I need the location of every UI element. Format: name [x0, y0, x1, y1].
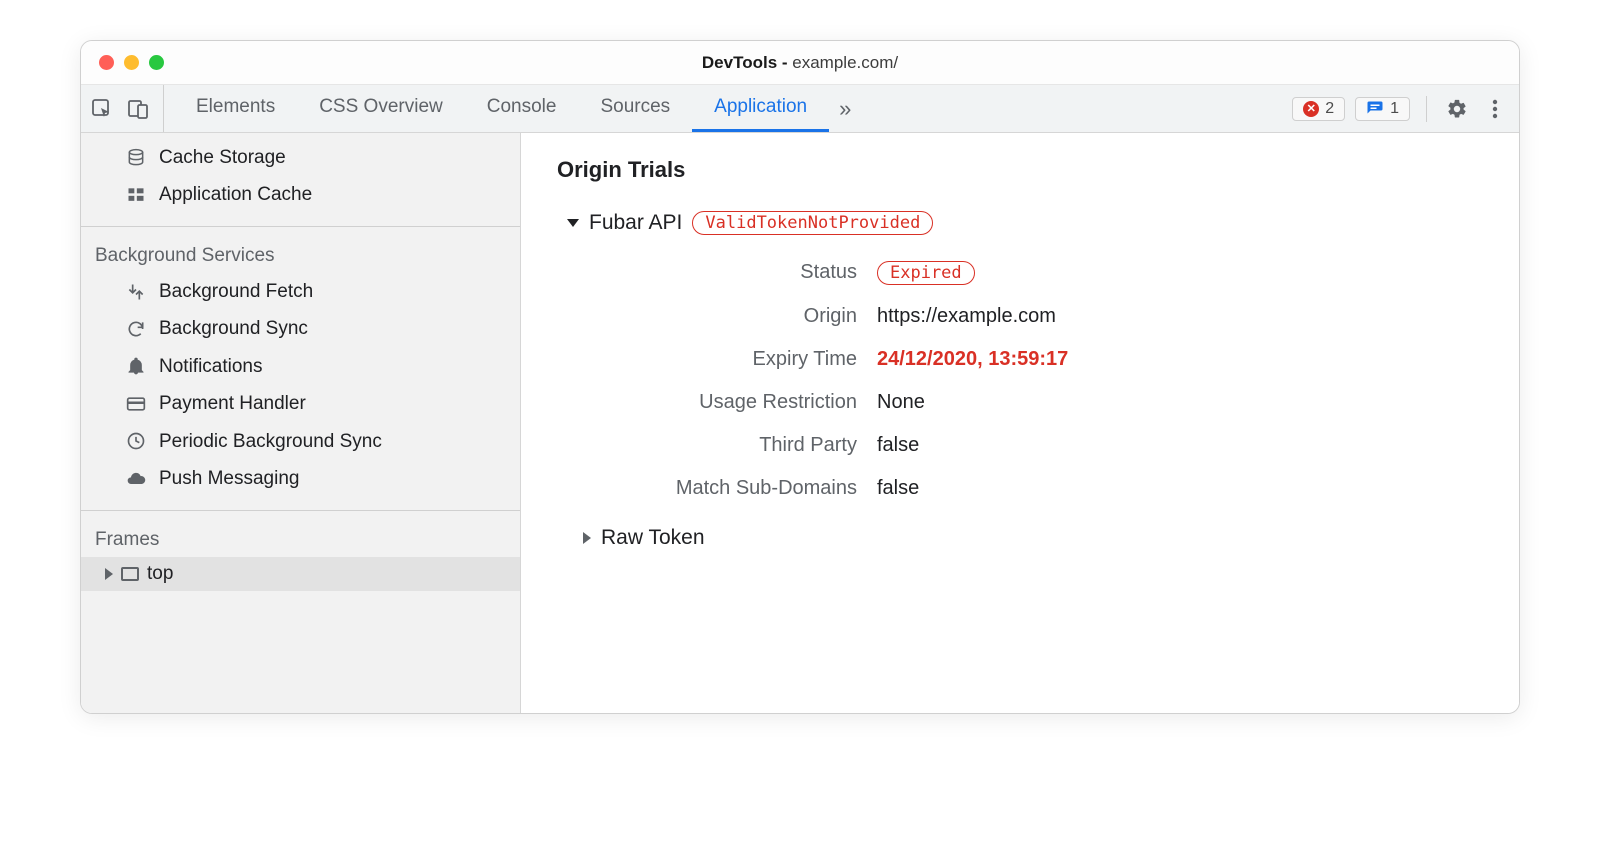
- tab-console[interactable]: Console: [465, 85, 579, 132]
- field-label-subdomains: Match Sub-Domains: [597, 477, 877, 500]
- message-icon: [1366, 100, 1384, 118]
- field-value-origin: https://example.com: [877, 305, 1483, 328]
- message-count: 1: [1390, 100, 1399, 118]
- fetch-icon: [125, 282, 147, 302]
- frame-icon: [121, 567, 139, 581]
- disclosure-triangle-icon[interactable]: [105, 568, 113, 580]
- tab-label: Sources: [600, 96, 670, 118]
- sidebar-heading: Background Services: [81, 235, 520, 273]
- raw-token-label: Raw Token: [601, 526, 705, 550]
- sidebar-item-label: Payment Handler: [159, 389, 306, 418]
- toolbar-right: ✕ 2 1: [1292, 85, 1509, 132]
- messages-badge[interactable]: 1: [1355, 97, 1410, 121]
- settings-button[interactable]: [1443, 98, 1471, 120]
- tab-application[interactable]: Application: [692, 85, 829, 132]
- trial-details: Status Expired Origin https://example.co…: [597, 261, 1483, 500]
- sidebar-item-label: Cache Storage: [159, 143, 286, 172]
- minimize-window-button[interactable]: [124, 55, 139, 70]
- window-title: DevTools - example.com/: [702, 53, 898, 73]
- sidebar-item-push-messaging[interactable]: Push Messaging: [81, 460, 520, 497]
- database-icon: [125, 148, 147, 168]
- sidebar-item-notifications[interactable]: Notifications: [81, 348, 520, 385]
- sidebar-item-label: top: [147, 563, 173, 585]
- sidebar-item-label: Background Sync: [159, 314, 308, 343]
- chevron-right-double-icon: »: [839, 96, 851, 122]
- field-value-third-party: false: [877, 434, 1483, 457]
- window-title-prefix: DevTools -: [702, 53, 792, 72]
- sidebar-item-periodic-background-sync[interactable]: Periodic Background Sync: [81, 423, 520, 460]
- field-label-third-party: Third Party: [597, 434, 877, 457]
- sidebar-group-frames: Frames top: [81, 511, 520, 591]
- titlebar: DevTools - example.com/: [81, 41, 1519, 85]
- trial-row[interactable]: Fubar API ValidTokenNotProvided: [567, 211, 1483, 235]
- sidebar-item-background-fetch[interactable]: Background Fetch: [81, 273, 520, 310]
- status-pill: Expired: [877, 261, 975, 285]
- error-count: 2: [1325, 100, 1334, 118]
- devtools-window: DevTools - example.com/ Elements CSS Ove…: [80, 40, 1520, 714]
- sidebar-group-cache: Cache Storage Application Cache: [81, 133, 520, 227]
- sync-icon: [125, 319, 147, 339]
- panel-tabs: Elements CSS Overview Console Sources Ap…: [174, 85, 829, 132]
- field-value-expiry: 24/12/2020, 13:59:17: [877, 348, 1483, 371]
- window-controls: [81, 55, 164, 70]
- credit-card-icon: [125, 394, 147, 414]
- grid-icon: [125, 185, 147, 205]
- sidebar-item-label: Push Messaging: [159, 464, 299, 493]
- toolbar-left: [91, 85, 164, 132]
- sidebar-item-application-cache[interactable]: Application Cache: [81, 176, 520, 213]
- origin-trials-panel: Origin Trials Fubar API ValidTokenNotPro…: [521, 133, 1519, 713]
- application-sidebar: Cache Storage Application Cache Backgrou…: [81, 133, 521, 713]
- close-window-button[interactable]: [99, 55, 114, 70]
- sidebar-group-background-services: Background Services Background Fetch Bac…: [81, 227, 520, 511]
- field-label-origin: Origin: [597, 305, 877, 328]
- sidebar-item-label: Periodic Background Sync: [159, 427, 382, 456]
- trial-token-status-pill: ValidTokenNotProvided: [692, 211, 933, 235]
- sidebar-item-label: Notifications: [159, 352, 263, 381]
- error-icon: ✕: [1303, 101, 1319, 117]
- field-label-usage: Usage Restriction: [597, 391, 877, 414]
- sidebar-item-frame-top[interactable]: top: [81, 557, 520, 591]
- field-label-status: Status: [597, 261, 877, 285]
- clock-icon: [125, 431, 147, 451]
- divider: [1426, 96, 1427, 122]
- toolbar: Elements CSS Overview Console Sources Ap…: [81, 85, 1519, 133]
- tab-css-overview[interactable]: CSS Overview: [297, 85, 465, 132]
- tab-elements[interactable]: Elements: [174, 85, 297, 132]
- field-value-status: Expired: [877, 261, 1483, 285]
- sidebar-item-label: Background Fetch: [159, 277, 313, 306]
- device-toggle-icon[interactable]: [127, 98, 149, 120]
- tabs-overflow-button[interactable]: »: [829, 85, 861, 132]
- sidebar-item-payment-handler[interactable]: Payment Handler: [81, 385, 520, 422]
- cloud-icon: [125, 469, 147, 489]
- sidebar-item-background-sync[interactable]: Background Sync: [81, 310, 520, 347]
- sidebar-heading: Frames: [81, 519, 520, 557]
- window-title-url: example.com/: [792, 53, 898, 72]
- panel-body: Cache Storage Application Cache Backgrou…: [81, 133, 1519, 713]
- tab-sources[interactable]: Sources: [578, 85, 692, 132]
- tab-label: Application: [714, 96, 807, 118]
- tab-label: Console: [487, 96, 557, 118]
- tab-label: CSS Overview: [319, 96, 443, 118]
- inspect-icon[interactable]: [91, 98, 113, 120]
- field-label-expiry: Expiry Time: [597, 348, 877, 371]
- trial-name: Fubar API: [589, 211, 682, 235]
- bell-icon: [125, 356, 147, 376]
- more-options-button[interactable]: [1481, 99, 1509, 119]
- zoom-window-button[interactable]: [149, 55, 164, 70]
- field-value-subdomains: false: [877, 477, 1483, 500]
- tab-label: Elements: [196, 96, 275, 118]
- field-value-usage: None: [877, 391, 1483, 414]
- sidebar-item-cache-storage[interactable]: Cache Storage: [81, 139, 520, 176]
- raw-token-row[interactable]: Raw Token: [583, 526, 1483, 550]
- disclosure-triangle-down-icon[interactable]: [567, 219, 579, 227]
- disclosure-triangle-icon[interactable]: [583, 532, 591, 544]
- errors-badge[interactable]: ✕ 2: [1292, 97, 1345, 121]
- sidebar-item-label: Application Cache: [159, 180, 312, 209]
- panel-heading: Origin Trials: [557, 157, 1483, 183]
